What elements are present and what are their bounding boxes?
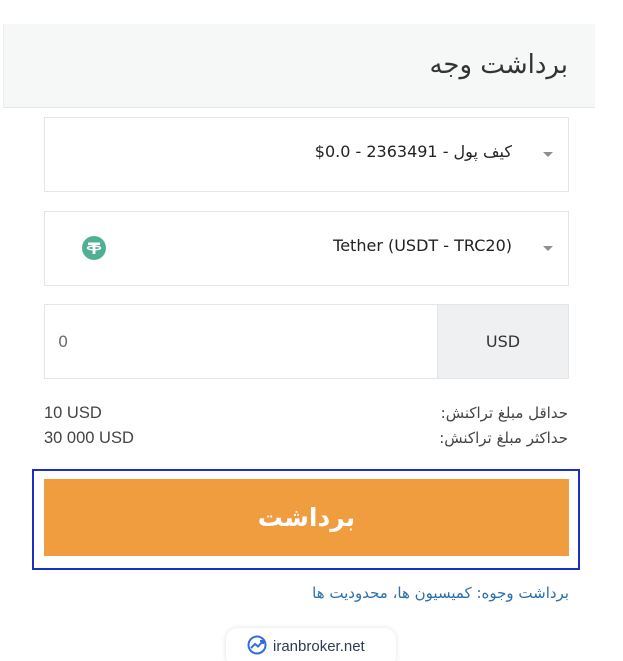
page-header: برداشت وجه xyxy=(3,24,595,108)
wallet-select-value: کیف پول - 2363491 - 0.0$ xyxy=(314,142,512,161)
tether-icon xyxy=(82,236,106,260)
chevron-down-icon xyxy=(543,246,553,251)
watermark-text: iranbroker.net xyxy=(273,638,365,655)
withdraw-button[interactable]: برداشت xyxy=(44,479,569,556)
trend-logo-icon xyxy=(246,634,268,660)
currency-label: USD xyxy=(437,305,568,378)
payment-method-value: Tether (USDT - TRC20) xyxy=(333,236,512,255)
payment-method-select[interactable]: Tether (USDT - TRC20) xyxy=(44,211,569,286)
amount-group: USD xyxy=(44,304,569,379)
page-title: برداشت وجه xyxy=(429,50,568,80)
max-amount-label: حداکثر مبلغ تراکنش: xyxy=(439,429,568,447)
commissions-limits-link[interactable]: برداشت وجوه: کمیسیون ها، محدودیت ها xyxy=(312,584,569,602)
min-amount-label: حداقل مبلغ تراکنش: xyxy=(440,404,568,422)
max-amount-value: 30 000 USD xyxy=(44,429,134,447)
amount-input[interactable] xyxy=(45,305,438,378)
watermark: iranbroker.net xyxy=(226,628,396,661)
wallet-select[interactable]: کیف پول - 2363491 - 0.0$ xyxy=(44,117,569,192)
min-amount-value: 10 USD xyxy=(44,404,102,422)
chevron-down-icon xyxy=(543,152,553,157)
